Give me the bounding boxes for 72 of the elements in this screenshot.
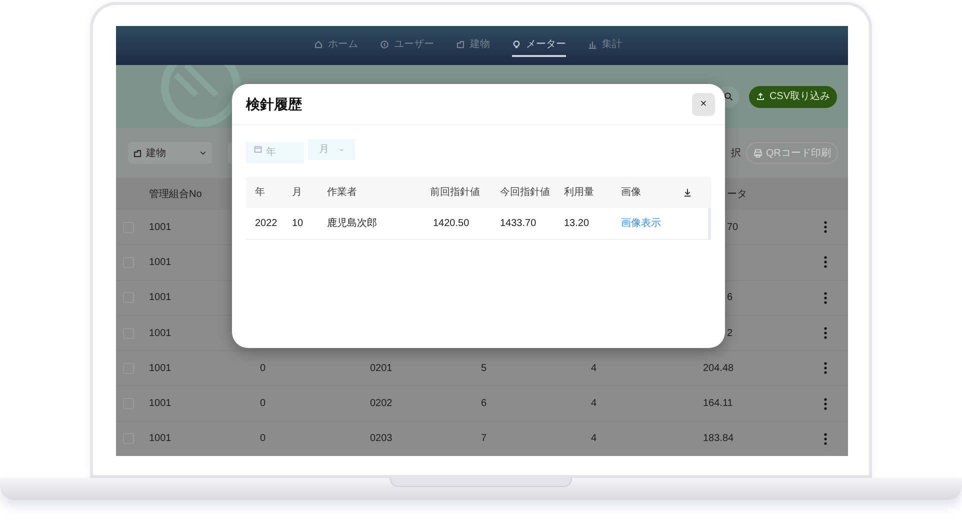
import-button[interactable]: CSV取り込み (749, 86, 837, 108)
column-header: ータ (726, 188, 747, 202)
month-select[interactable]: 月 (308, 139, 355, 160)
table-cell: 2 (727, 328, 733, 339)
user-icon (380, 40, 389, 49)
table-cell: 0202 (370, 398, 392, 410)
more-vertical-icon (824, 398, 826, 410)
close-button[interactable]: × (692, 92, 715, 116)
search-icon (724, 92, 733, 101)
more-vertical-icon (824, 362, 826, 374)
nav-tab[interactable]: 建物 (456, 34, 490, 56)
bulb-icon (512, 40, 521, 49)
image-link[interactable]: 画像表示 (621, 218, 661, 229)
more-vertical-icon (824, 221, 826, 234)
bar-chart-icon (588, 40, 597, 49)
nav-tab[interactable]: ユーザー (380, 34, 434, 56)
column-header: 利用量 (564, 187, 594, 198)
nav-tab[interactable]: ホーム (314, 34, 358, 56)
column-header: 前回指針値 (430, 187, 480, 198)
more-vertical-icon (824, 256, 826, 268)
table-cell: 4 (591, 433, 597, 444)
building-select[interactable]: 建物 (128, 142, 212, 164)
table-cell: 4 (591, 398, 597, 410)
nav-tab[interactable]: 集計 (588, 34, 622, 56)
dialog-title: 検針履歴 (246, 94, 303, 114)
column-header: 年 (255, 187, 265, 198)
select-label: 択 (731, 146, 741, 160)
more-vertical-icon (824, 292, 826, 304)
table-cell: 1001 (149, 222, 172, 233)
calendar-icon (254, 145, 262, 153)
table-cell: 1001 (149, 398, 172, 410)
download-icon[interactable] (683, 188, 692, 197)
more-vertical-icon (824, 432, 826, 445)
table-cell: 1001 (149, 328, 172, 339)
table-cell: 6 (727, 292, 733, 304)
table-cell: 2022 (255, 218, 278, 229)
table-cell: 0 (260, 398, 266, 410)
table-cell: 70 (727, 222, 738, 233)
table-cell: 0 (260, 433, 266, 444)
chevron-down-icon (199, 149, 207, 157)
more-vertical-icon (824, 327, 826, 340)
table-cell: 10 (292, 218, 304, 229)
column-header: 画像 (621, 187, 641, 198)
table-cell: 鹿児島次郎 (327, 218, 377, 229)
table-cell: 1001 (149, 362, 172, 374)
table-cell: 0201 (370, 362, 392, 374)
upload-icon (756, 92, 766, 101)
table-cell: 1001 (149, 433, 172, 444)
table-cell: 1433.70 (500, 218, 536, 229)
building-icon (456, 40, 465, 49)
column-header: 作業者 (327, 187, 357, 198)
table-cell: 0 (260, 362, 266, 374)
table-cell: 0203 (370, 433, 392, 444)
home-icon (314, 40, 323, 49)
column-header: 今回指針値 (500, 187, 550, 198)
table-cell: 1001 (149, 292, 172, 304)
column-header: 月 (292, 187, 302, 198)
year-field[interactable]: 年 (246, 142, 304, 163)
table-cell: 204.48 (703, 362, 734, 374)
printer-icon (753, 148, 763, 158)
table-cell: 164.11 (703, 398, 733, 410)
table-cell: 6 (481, 398, 487, 410)
table-cell: 183.84 (703, 433, 734, 444)
table-cell: 1001 (149, 256, 172, 268)
building-icon (133, 148, 142, 158)
table-cell: 5 (481, 362, 487, 374)
table-cell: 7 (481, 433, 487, 444)
nav-tab[interactable]: メーター (512, 34, 566, 56)
column-header: 管理組合No (149, 188, 202, 200)
table-cell: 1420.50 (433, 218, 470, 229)
table-cell: 13.20 (564, 218, 590, 229)
table-cell: 4 (591, 362, 597, 374)
